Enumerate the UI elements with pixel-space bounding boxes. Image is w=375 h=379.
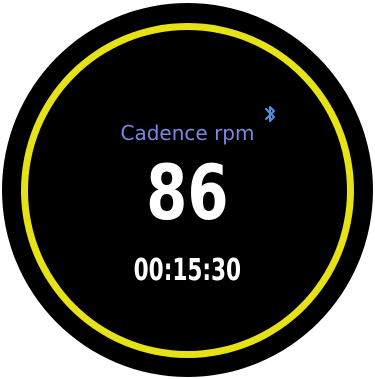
metric-value: 86 bbox=[146, 148, 229, 237]
elapsed-time: 00:15:30 bbox=[133, 253, 242, 288]
metric-label: Cadence rpm bbox=[120, 121, 255, 145]
